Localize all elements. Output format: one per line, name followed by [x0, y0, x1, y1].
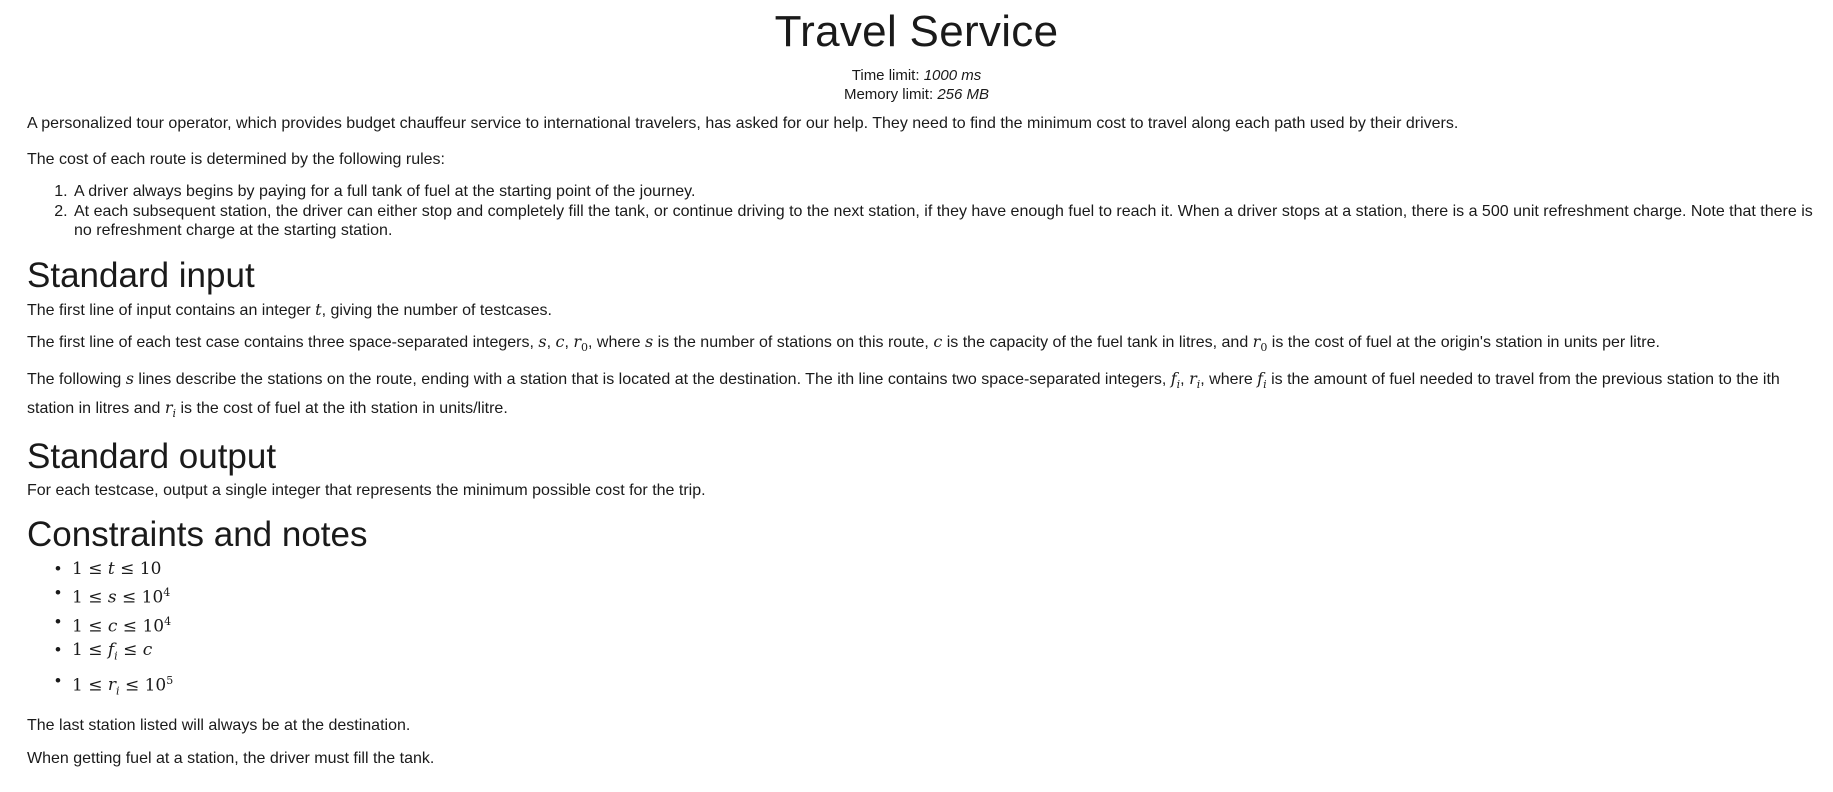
memory-limit-label: Memory limit: — [843, 86, 934, 103]
problem-header: Travel Service Time limit: 1000 ms Memor… — [0, 0, 1833, 104]
constraint-item: 1 ≤ ri ≤ 105 — [55, 669, 1815, 704]
constraint-item: 1 ≤ t ≤ 10 — [55, 557, 1815, 581]
rules-list: A driver always begins by paying for a f… — [27, 182, 1815, 241]
memory-limit: Memory limit: 256 MB — [0, 85, 1833, 104]
note-paragraph: The last station listed will always be a… — [27, 716, 411, 734]
problem-statement: A personalized tour operator, which prov… — [27, 112, 1815, 770]
page-title: Travel Service — [774, 7, 1059, 56]
output-heading: Standard output — [27, 437, 277, 477]
constraints-heading: Constraints and notes — [27, 515, 368, 555]
input-heading: Standard input — [27, 255, 255, 295]
problem-page: Travel Service Time limit: 1000 ms Memor… — [0, 0, 1833, 792]
constraints-list: 1 ≤ t ≤ 10 1 ≤ s ≤ 104 1 ≤ c ≤ 104 1 ≤ f… — [27, 557, 1815, 704]
output-paragraph: For each testcase, output a single integ… — [27, 482, 706, 500]
time-limit-value: 1000 ms — [923, 67, 982, 84]
time-limit-label: Time limit: — [851, 67, 920, 84]
intro-paragraph: A personalized tour operator, which prov… — [27, 115, 1459, 132]
rule-item: At each subsequent station, the driver c… — [72, 202, 1815, 241]
constraint-item: 1 ≤ fi ≤ c — [55, 638, 1815, 668]
rules-intro: The cost of each route is determined by … — [27, 151, 445, 168]
limits: Time limit: 1000 ms Memory limit: 256 MB — [0, 66, 1833, 104]
memory-limit-value: 256 MB — [937, 86, 990, 103]
input-paragraph-1: The first line of input contains an inte… — [27, 299, 552, 319]
rule-item: A driver always begins by paying for a f… — [72, 182, 1815, 202]
time-limit: Time limit: 1000 ms — [0, 66, 1833, 85]
constraint-item: 1 ≤ s ≤ 104 — [55, 581, 1815, 610]
input-paragraph-3: The following s lines describe the stati… — [27, 368, 1780, 421]
input-paragraph-2: The first line of each test case contain… — [27, 331, 1660, 354]
constraint-item: 1 ≤ c ≤ 104 — [55, 610, 1815, 639]
note-paragraph: When getting fuel at a station, the driv… — [27, 749, 435, 767]
